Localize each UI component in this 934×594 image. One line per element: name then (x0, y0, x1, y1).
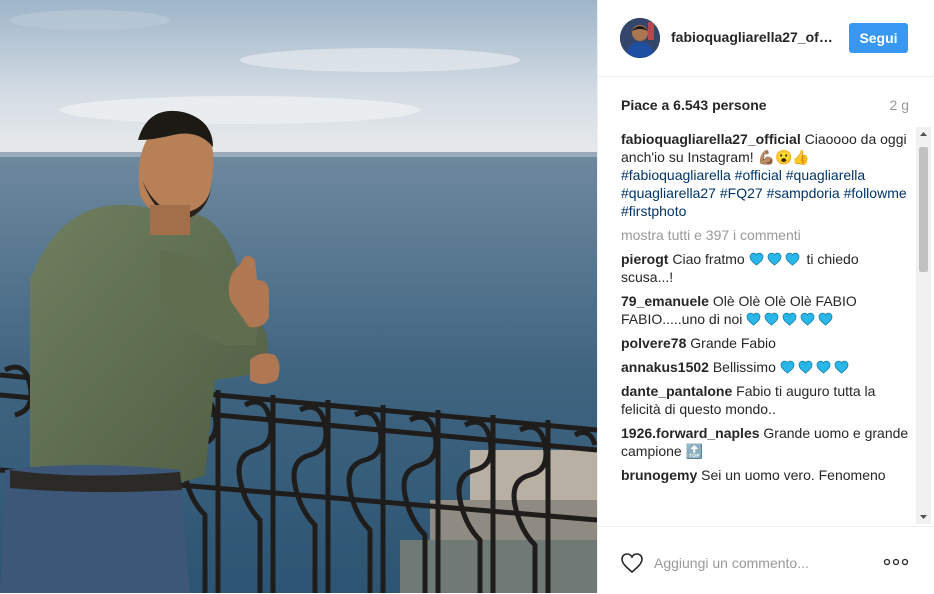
comment-text: Grande Fabio (690, 335, 776, 351)
comment-item: 1926.forward_naples Grande uomo e grande… (621, 424, 911, 460)
post-username[interactable]: fabioquagliarella27_official (671, 29, 836, 45)
hashtag[interactable]: #firstphoto (621, 203, 686, 219)
post-header: fabioquagliarella27_official Segui (598, 0, 934, 77)
blue-heart-emoji-icon (785, 252, 800, 266)
scroll-up-arrow-icon[interactable] (916, 127, 931, 142)
more-options-icon[interactable] (882, 553, 910, 571)
hashtag[interactable]: #FQ27 (720, 185, 763, 201)
photo-man-on-balcony (0, 0, 597, 593)
scroll-down-arrow-icon[interactable] (916, 509, 931, 524)
avatar-image (620, 18, 660, 58)
post-age: 2 g (889, 97, 909, 113)
comment-username[interactable]: dante_pantalone (621, 383, 732, 399)
hashtag[interactable]: #fabioquagliarella (621, 167, 731, 183)
comment-username[interactable]: 79_emanuele (621, 293, 709, 309)
blue-heart-emoji-icon (818, 312, 833, 326)
comment-text: Bellissimo (712, 359, 776, 375)
blue-heart-emoji-icon (764, 312, 779, 326)
scrollbar-thumb[interactable] (919, 147, 928, 272)
comment-text: Ciao fratmo (672, 251, 745, 267)
post-photo[interactable] (0, 0, 597, 593)
post-details-panel: fabioquagliarella27_official Segui Piace… (597, 0, 934, 593)
avatar[interactable] (620, 18, 660, 58)
comment-item: pierogt Ciao fratmo ti chiedo scusa...! (621, 250, 911, 286)
heart-outline-icon[interactable] (620, 552, 644, 574)
hashtag[interactable]: #sampdoria (767, 185, 840, 201)
comment-item: polvere78 Grande Fabio (621, 334, 911, 352)
blue-heart-emoji-icon (746, 312, 761, 326)
add-comment-input[interactable] (654, 551, 854, 575)
comment-item: dante_pantalone Fabio ti auguro tutta la… (621, 382, 911, 418)
post-footer (598, 526, 934, 594)
hashtag[interactable]: #quagliarella (786, 167, 865, 183)
hashtag[interactable]: #official (735, 167, 782, 183)
comment-username[interactable]: pierogt (621, 251, 668, 267)
follow-button[interactable]: Segui (849, 23, 908, 53)
blue-heart-emoji-icon (767, 252, 782, 266)
blue-heart-emoji-icon (816, 360, 831, 374)
hashtag[interactable]: #quagliarella27 (621, 185, 716, 201)
comment-text-end: 🔝 (685, 443, 704, 459)
likes-count[interactable]: Piace a 6.543 persone (621, 97, 767, 113)
comment-text: Sei un uomo vero. Fenomeno (701, 467, 886, 483)
caption: fabioquagliarella27_official Ciaoooo da … (621, 130, 911, 220)
caption-username[interactable]: fabioquagliarella27_official (621, 131, 801, 147)
comment-username[interactable]: 1926.forward_naples (621, 425, 760, 441)
blue-heart-emoji-icon (800, 312, 815, 326)
comments-scrollbar[interactable] (916, 127, 931, 524)
comment-username[interactable]: polvere78 (621, 335, 686, 351)
blue-heart-emoji-icon (782, 312, 797, 326)
comment-item: brunogemy Sei un uomo vero. Fenomeno (621, 466, 911, 484)
blue-heart-emoji-icon (834, 360, 849, 374)
comments-list: fabioquagliarella27_official Ciaoooo da … (621, 130, 911, 525)
blue-heart-emoji-icon (749, 252, 764, 266)
comment-item: annakus1502 Bellissimo (621, 358, 911, 376)
hashtag[interactable]: #followme (844, 185, 907, 201)
comment-username[interactable]: brunogemy (621, 467, 697, 483)
show-all-comments-link[interactable]: mostra tutti e 397 i commenti (621, 226, 911, 244)
blue-heart-emoji-icon (780, 360, 795, 374)
comment-username[interactable]: annakus1502 (621, 359, 709, 375)
comment-item: 79_emanuele Olè Olè Olè Olè FABIO FABIO.… (621, 292, 911, 328)
blue-heart-emoji-icon (798, 360, 813, 374)
